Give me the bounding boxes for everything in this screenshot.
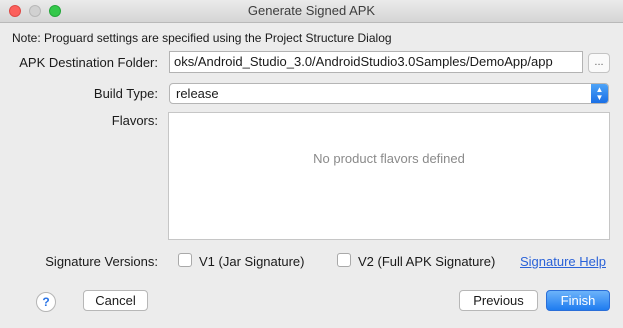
flavors-empty-text: No product flavors defined [313,151,465,166]
title-bar: Generate Signed APK [0,0,623,23]
previous-button[interactable]: Previous [459,290,538,311]
v1-signature-label[interactable]: V1 (Jar Signature) [199,254,305,269]
window-title: Generate Signed APK [247,3,376,18]
flavors-label: Flavors: [111,113,158,128]
help-button[interactable]: ? [36,292,56,312]
v1-signature-checkbox[interactable] [178,253,192,267]
flavors-list[interactable]: No product flavors defined [168,112,610,240]
signature-versions-label: Signature Versions: [45,254,158,269]
finish-button[interactable]: Finish [546,290,610,311]
build-type-select[interactable]: release ▲ ▼ [169,83,609,104]
destination-folder-value: oks/Android_Studio_3.0/AndroidStudio3.0S… [174,54,553,69]
v2-signature-checkbox[interactable] [337,253,351,267]
destination-label: APK Destination Folder: [19,55,158,70]
v2-signature-label[interactable]: V2 (Full APK Signature) [358,254,495,269]
browse-button[interactable]: ... [588,53,610,73]
build-type-value: release [176,86,219,101]
cancel-button[interactable]: Cancel [83,290,148,311]
destination-folder-input[interactable]: oks/Android_Studio_3.0/AndroidStudio3.0S… [169,51,583,73]
build-type-label: Build Type: [93,86,158,101]
signature-help-link[interactable]: Signature Help [520,254,606,269]
proguard-note: Note: Proguard settings are specified us… [12,31,392,45]
chevron-updown-icon: ▲ ▼ [591,84,608,103]
